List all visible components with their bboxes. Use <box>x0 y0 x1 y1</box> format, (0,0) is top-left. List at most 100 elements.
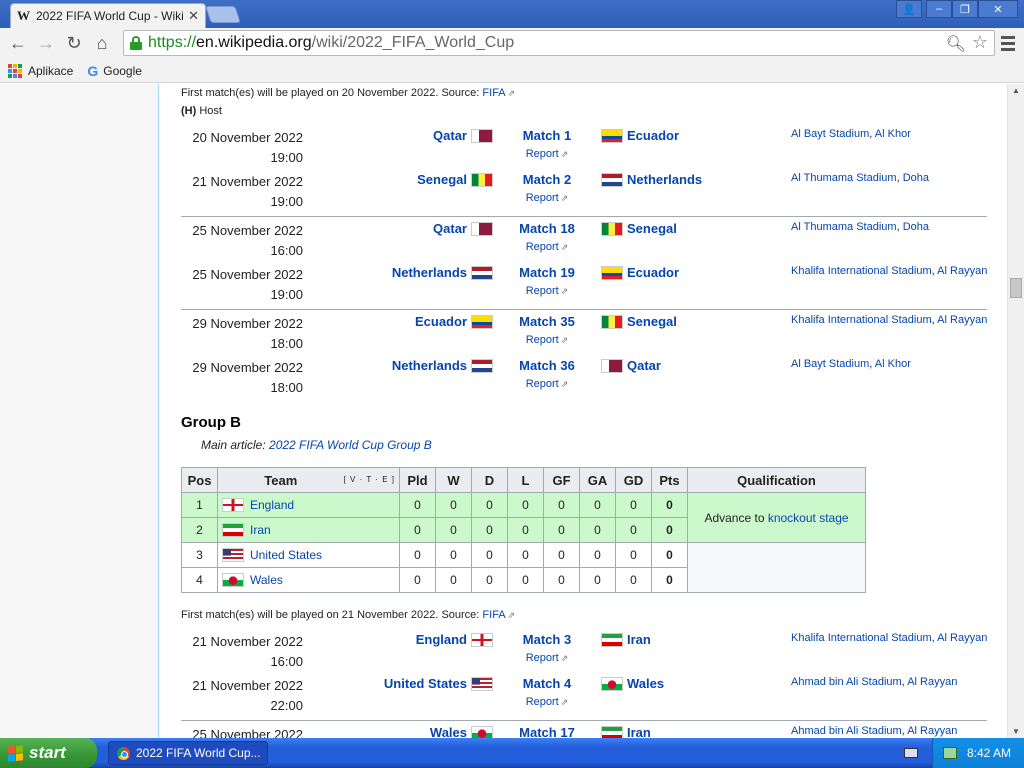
match-report-link[interactable]: Report ⇗ <box>509 285 585 297</box>
stadium-link[interactable]: Khalifa International Stadium <box>791 632 932 644</box>
minimize-button[interactable]: – <box>926 0 952 18</box>
source-fifa-link[interactable]: FIFA <box>482 87 505 99</box>
match-number-link[interactable]: Match 19 <box>509 265 585 280</box>
new-tab-button[interactable] <box>205 6 241 23</box>
close-window-button[interactable]: ✕ <box>978 0 1018 18</box>
home-team-name[interactable]: United States <box>384 676 467 691</box>
home-team[interactable]: Wales <box>430 725 493 738</box>
stadium-link[interactable]: Khalifa International Stadium <box>791 265 932 277</box>
team-link[interactable]: Iran <box>250 523 271 537</box>
home-team-name[interactable]: Netherlands <box>392 265 467 280</box>
away-team[interactable]: Senegal <box>601 221 677 236</box>
away-team-name[interactable]: Senegal <box>627 221 677 236</box>
home-icon[interactable]: ⌂ <box>88 30 116 58</box>
away-team[interactable]: Wales <box>601 676 664 691</box>
home-team[interactable]: United States <box>384 676 493 691</box>
team-link[interactable]: England <box>250 498 294 512</box>
match-number-link[interactable]: Match 3 <box>509 632 585 647</box>
scroll-up-arrow-icon[interactable]: ▲ <box>1012 86 1020 95</box>
city-link[interactable]: Al Rayyan <box>937 314 987 326</box>
city-link[interactable]: Doha <box>903 221 929 233</box>
vte-links[interactable]: [ V · T · E ] <box>344 475 395 484</box>
main-article-link[interactable]: 2022 FIFA World Cup Group B <box>269 438 432 452</box>
home-team[interactable]: Netherlands <box>392 358 493 373</box>
stadium-link[interactable]: Ahmad bin Ali Stadium <box>791 676 902 688</box>
profile-icon[interactable]: 👤 <box>896 0 922 18</box>
home-team-name[interactable]: Wales <box>430 725 467 738</box>
home-team-name[interactable]: Qatar <box>433 221 467 236</box>
stadium-link[interactable]: Al Bayt Stadium <box>791 128 869 140</box>
city-link[interactable]: Al Khor <box>875 358 911 370</box>
match-report-link[interactable]: Report ⇗ <box>509 148 585 160</box>
back-arrow-icon[interactable]: ← <box>4 30 32 58</box>
forward-arrow-icon[interactable]: → <box>32 30 60 58</box>
bookmark-apps[interactable]: Aplikace <box>8 63 73 78</box>
stadium-link[interactable]: Ahmad bin Ali Stadium <box>791 725 902 737</box>
stadium-link[interactable]: Al Bayt Stadium <box>791 358 869 370</box>
city-link[interactable]: Al Rayyan <box>937 632 987 644</box>
away-team[interactable]: Ecuador <box>601 265 679 280</box>
home-team[interactable]: Senegal <box>417 172 493 187</box>
match-number-link[interactable]: Match 18 <box>509 221 585 236</box>
match-report-link[interactable]: Report ⇗ <box>509 378 585 390</box>
vertical-scrollbar[interactable]: ▲ ▼ <box>1007 84 1024 738</box>
bookmark-google[interactable]: G Google <box>87 63 142 79</box>
match-number-link[interactable]: Match 4 <box>509 676 585 691</box>
city-link[interactable]: Doha <box>903 172 929 184</box>
scroll-down-arrow-icon[interactable]: ▼ <box>1012 727 1020 736</box>
away-team-name[interactable]: Wales <box>627 676 664 691</box>
match-report-link[interactable]: Report ⇗ <box>509 334 585 346</box>
tab-close-icon[interactable]: ✕ <box>188 8 199 24</box>
away-team[interactable]: Senegal <box>601 314 677 329</box>
away-team[interactable]: Netherlands <box>601 172 702 187</box>
home-team[interactable]: Qatar <box>433 128 493 143</box>
match-report-link[interactable]: Report ⇗ <box>509 192 585 204</box>
chrome-menu-icon[interactable] <box>998 32 1018 54</box>
url-text[interactable]: https://en.wikipedia.org/wiki/2022_FIFA_… <box>148 34 514 52</box>
match-number-link[interactable]: Match 1 <box>509 128 585 143</box>
match-number-link[interactable]: Match 35 <box>509 314 585 329</box>
away-team[interactable]: Qatar <box>601 358 661 373</box>
taskbar-chrome-window[interactable]: 2022 FIFA World Cup... <box>108 741 268 765</box>
home-team-name[interactable]: Qatar <box>433 128 467 143</box>
away-team-name[interactable]: Qatar <box>627 358 661 373</box>
away-team-name[interactable]: Iran <box>627 725 651 738</box>
away-team[interactable]: Ecuador <box>601 128 679 143</box>
city-link[interactable]: Al Khor <box>875 128 911 140</box>
address-bar[interactable]: https://en.wikipedia.org/wiki/2022_FIFA_… <box>123 30 995 56</box>
city-link[interactable]: Al Rayyan <box>907 725 957 737</box>
start-button[interactable]: start <box>0 738 97 768</box>
away-team-name[interactable]: Senegal <box>627 314 677 329</box>
away-team[interactable]: Iran <box>601 725 651 738</box>
away-team-name[interactable]: Netherlands <box>627 172 702 187</box>
reload-icon[interactable]: ↻ <box>60 30 88 58</box>
away-team-name[interactable]: Ecuador <box>627 128 679 143</box>
home-team[interactable]: Netherlands <box>392 265 493 280</box>
home-team-name[interactable]: Senegal <box>417 172 467 187</box>
match-report-link[interactable]: Report ⇗ <box>509 696 585 708</box>
match-report-link[interactable]: Report ⇗ <box>509 241 585 253</box>
away-team[interactable]: Iran <box>601 632 651 647</box>
home-team-name[interactable]: England <box>416 632 467 647</box>
city-link[interactable]: Al Rayyan <box>937 265 987 277</box>
zoom-icon[interactable]: 🔍︎ <box>946 34 966 54</box>
away-team-name[interactable]: Ecuador <box>627 265 679 280</box>
home-team[interactable]: Ecuador <box>415 314 493 329</box>
home-team-name[interactable]: Netherlands <box>392 358 467 373</box>
scrollbar-thumb[interactable] <box>1010 278 1022 298</box>
keyboard-icon[interactable] <box>904 748 918 758</box>
city-link[interactable]: Al Rayyan <box>907 676 957 688</box>
match-number-link[interactable]: Match 2 <box>509 172 585 187</box>
stadium-link[interactable]: Al Thumama Stadium <box>791 172 897 184</box>
match-report-link[interactable]: Report ⇗ <box>509 652 585 664</box>
restore-button[interactable]: ❐ <box>952 0 978 18</box>
home-team[interactable]: Qatar <box>433 221 493 236</box>
browser-tab[interactable]: W 2022 FIFA World Cup - Wikip ✕ <box>10 3 206 28</box>
home-team[interactable]: England <box>416 632 493 647</box>
team-link[interactable]: United States <box>250 548 322 562</box>
stadium-link[interactable]: Khalifa International Stadium <box>791 314 932 326</box>
team-link[interactable]: Wales <box>250 573 283 587</box>
match-number-link[interactable]: Match 36 <box>509 358 585 373</box>
home-team-name[interactable]: Ecuador <box>415 314 467 329</box>
network-icon[interactable] <box>943 747 957 759</box>
